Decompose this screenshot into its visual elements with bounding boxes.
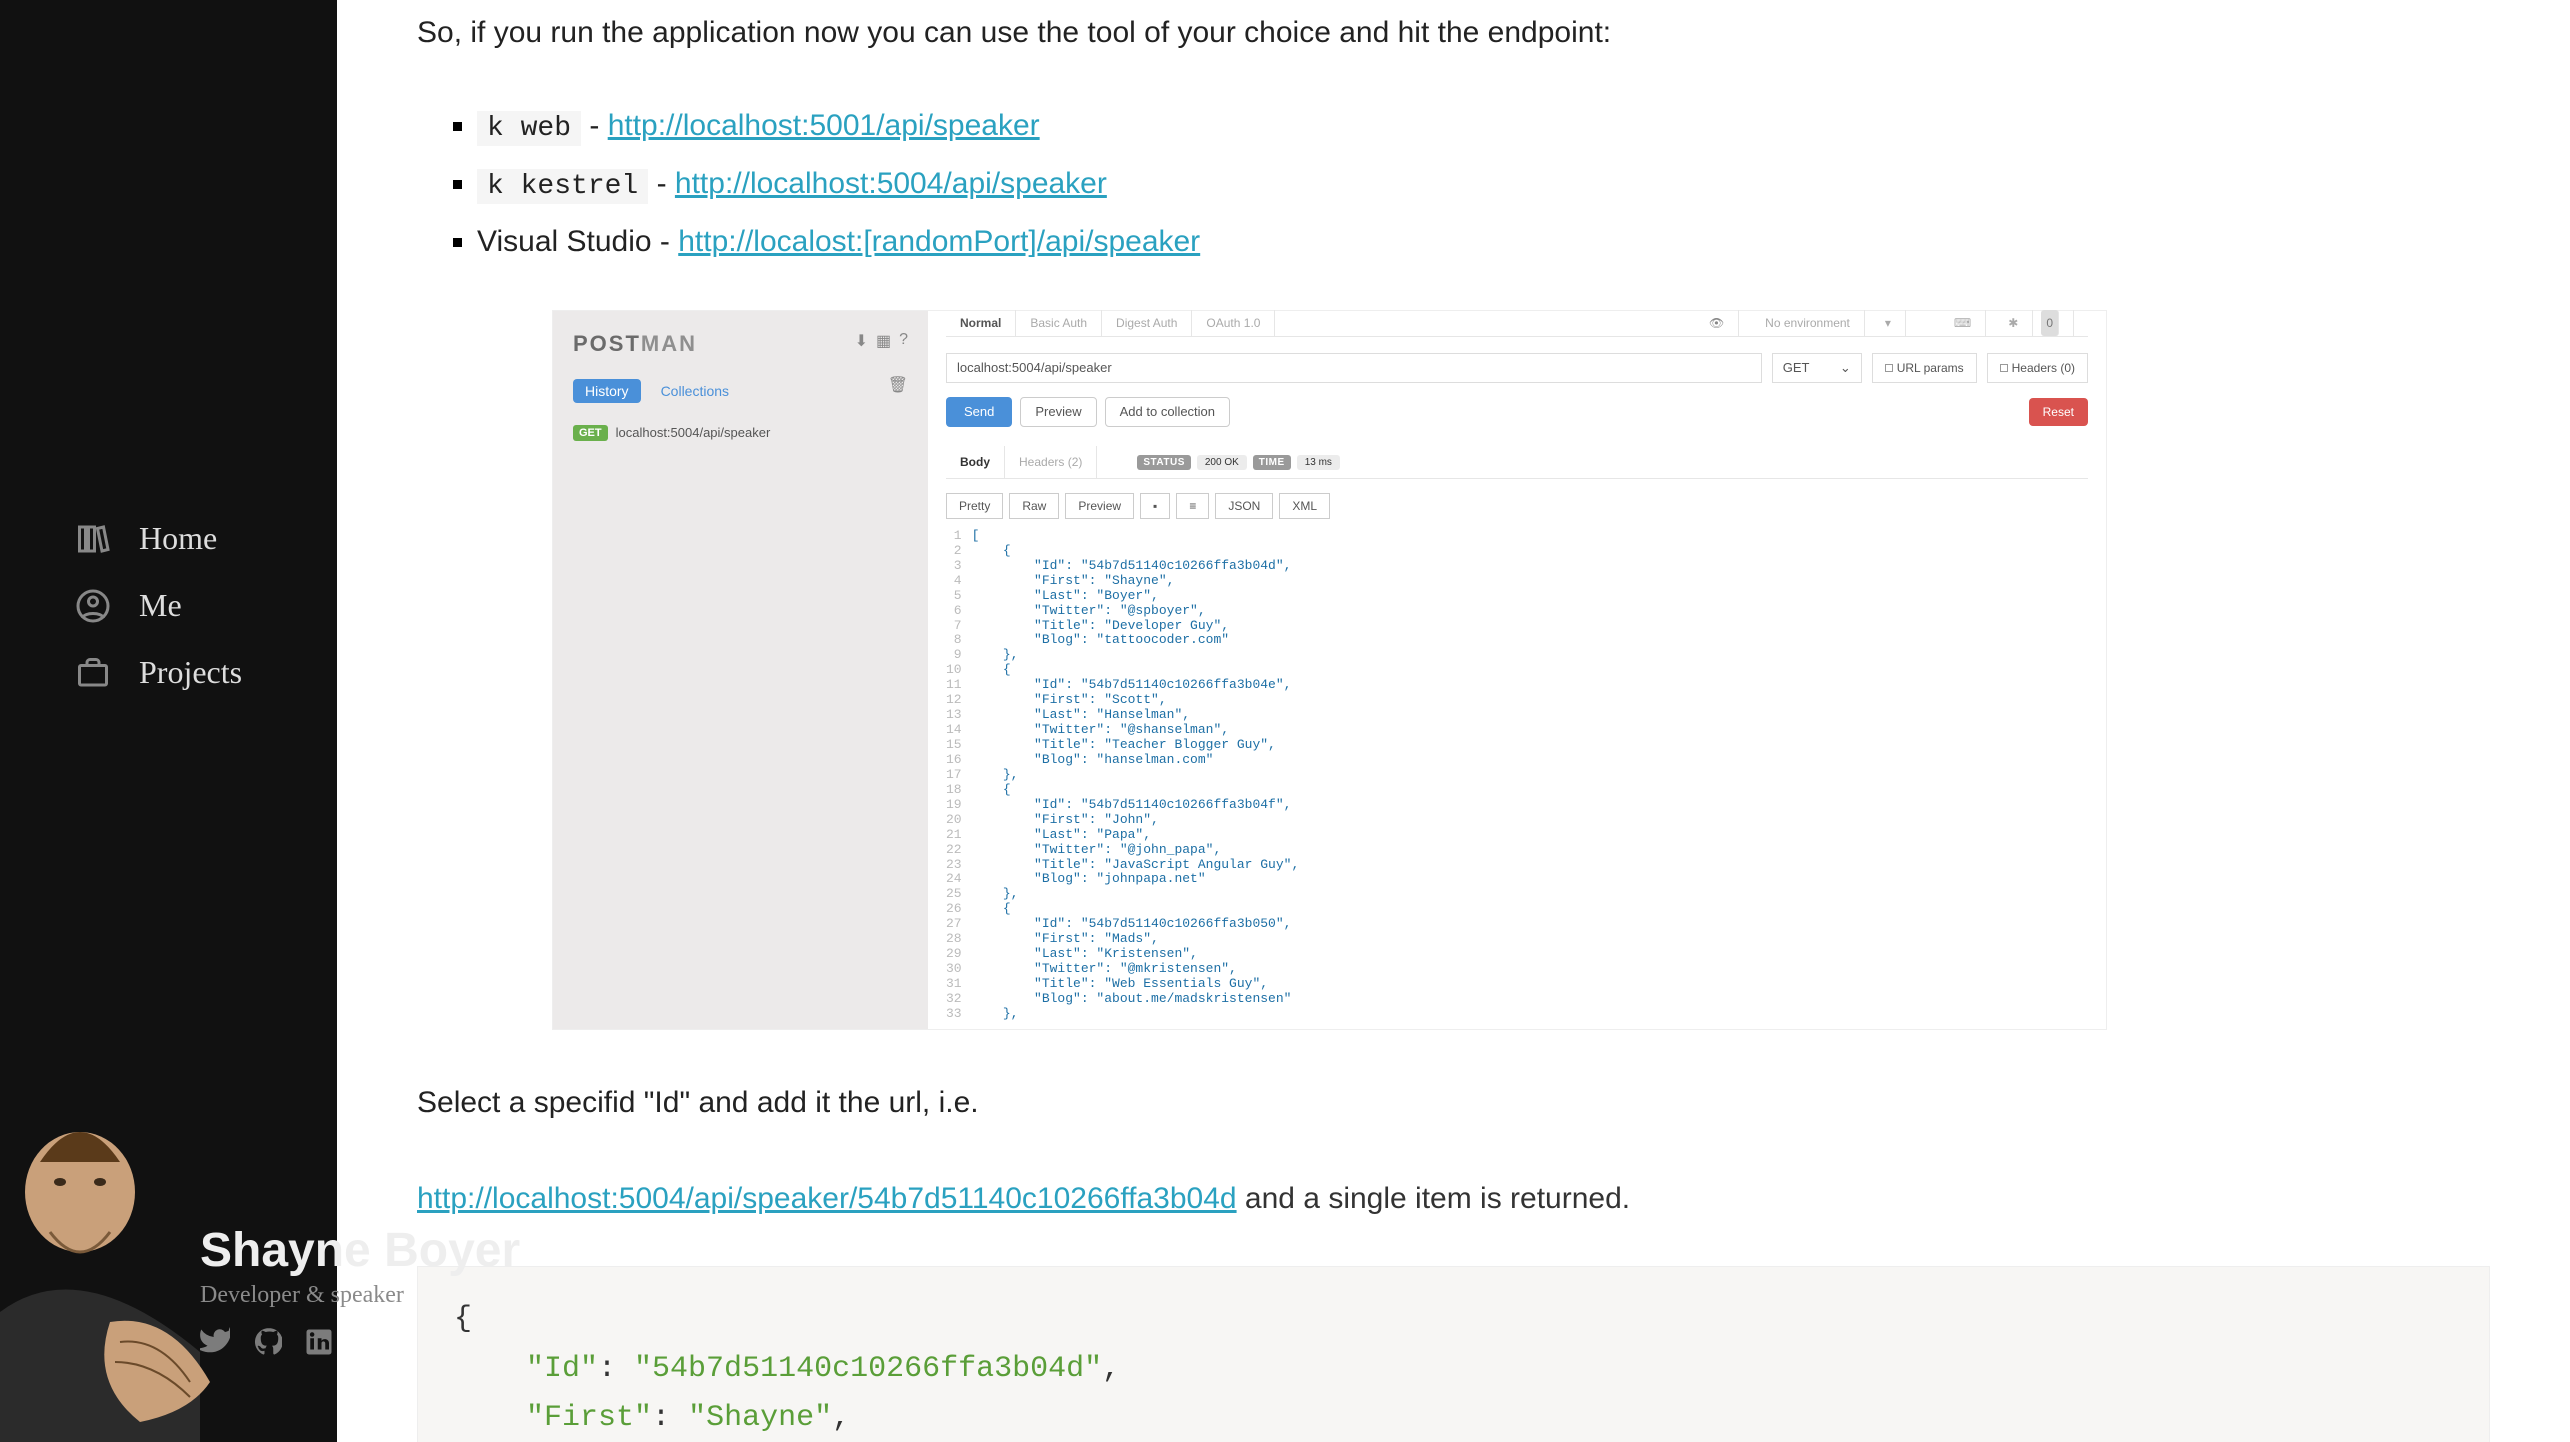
tab-headers[interactable]: Headers (2)	[1005, 446, 1097, 478]
auth-tab-oauth[interactable]: OAuth 1.0	[1192, 310, 1275, 336]
command-code: k kestrel	[477, 169, 648, 204]
profile-block: Shayne Boyer Developer & speaker	[0, 1092, 337, 1442]
single-item-link[interactable]: http://localhost:5004/api/speaker/54b7d5…	[417, 1182, 1237, 1215]
avatar	[0, 1092, 210, 1442]
view-raw[interactable]: Raw	[1009, 493, 1059, 519]
view-preview[interactable]: Preview	[1065, 493, 1134, 519]
method-select[interactable]: GET⌄	[1772, 353, 1862, 383]
list-item-prefix: Visual Studio -	[477, 225, 678, 258]
sidebar-item-label: Me	[139, 587, 182, 624]
sidebar-item-projects[interactable]: Projects	[75, 654, 242, 691]
list-item: k kestrel - http://localhost:5004/api/sp…	[477, 155, 2490, 213]
url-input[interactable]: localhost:5004/api/speaker	[946, 353, 1762, 383]
response-tabs: Body Headers (2) STATUS 200 OK TIME 13 m…	[946, 447, 2088, 479]
auth-tab-basic[interactable]: Basic Auth	[1016, 310, 1102, 336]
single-item-line: http://localhost:5004/api/speaker/54b7d5…	[417, 1182, 2490, 1216]
sidebar-item-label: Projects	[139, 654, 242, 691]
endpoint-link[interactable]: http://localost:[randomPort]/api/speaker	[678, 225, 1200, 258]
user-circle-icon	[75, 588, 111, 624]
endpoint-list: k web - http://localhost:5001/api/speake…	[477, 97, 2490, 270]
tab-body[interactable]: Body	[946, 446, 1005, 478]
status-label: STATUS	[1137, 455, 1191, 470]
action-row: Send Preview Add to collection Reset	[946, 397, 2088, 427]
chevron-down-icon: ▾	[1871, 310, 1906, 336]
profile-subtitle: Developer & speaker	[200, 1282, 520, 1309]
time-value: 13 ms	[1297, 455, 1340, 470]
method-badge: GET	[573, 425, 608, 441]
help-icon[interactable]: ?	[899, 331, 908, 351]
counter-badge: 0	[2041, 310, 2059, 336]
sidebar-item-label: Home	[139, 520, 217, 557]
url-params-button[interactable]: URL params	[1872, 353, 1977, 383]
postman-main: Normal Basic Auth Digest Auth OAuth 1.0 …	[928, 311, 2106, 1029]
tab-collections[interactable]: Collections	[661, 383, 729, 399]
view-pretty[interactable]: Pretty	[946, 493, 1003, 519]
time-label: TIME	[1253, 455, 1291, 470]
environment-selector[interactable]: 👁 No environment ▾ ⌨ ✱ 0	[1681, 310, 2088, 336]
history-url: localhost:5004/api/speaker	[616, 425, 771, 440]
copy-icon[interactable]: ▪	[1140, 493, 1170, 519]
twitter-icon[interactable]	[200, 1327, 230, 1362]
article-body: So, if you run the application now you c…	[337, 0, 2570, 1442]
response-json: [ { "Id": "54b7d51140c10266ffa3b04d", "F…	[972, 529, 1300, 1022]
line-gutter: 1 2 3 4 5 6 7 8 9 10 11 12 13 14 15 16 1…	[946, 529, 972, 1022]
headers-button[interactable]: Headers (0)	[1987, 353, 2088, 383]
postman-screenshot: POSTMAN ⬇ ▦ ? History Collections 🗑 GET …	[552, 310, 2107, 1030]
wrap-icon[interactable]: ≡	[1176, 493, 1209, 519]
auth-tabs: Normal Basic Auth Digest Auth OAuth 1.0 …	[946, 311, 2088, 337]
endpoint-link[interactable]: http://localhost:5001/api/speaker	[608, 109, 1040, 142]
send-button[interactable]: Send	[946, 397, 1012, 427]
keyboard-icon[interactable]: ⌨	[1940, 310, 1986, 336]
briefcase-icon	[75, 655, 111, 691]
trash-icon[interactable]: 🗑	[888, 375, 908, 395]
reset-button[interactable]: Reset	[2029, 398, 2088, 426]
social-links	[200, 1327, 520, 1362]
sidebar: Home Me Projects	[0, 0, 337, 1442]
auth-tab-digest[interactable]: Digest Auth	[1102, 310, 1192, 336]
fmt-xml[interactable]: XML	[1279, 493, 1330, 519]
linkedin-icon[interactable]	[304, 1327, 334, 1362]
postman-sidebar: POSTMAN ⬇ ▦ ? History Collections 🗑 GET …	[553, 311, 928, 1029]
add-collection-button[interactable]: Add to collection	[1105, 397, 1230, 427]
view-mode-row: Pretty Raw Preview ▪ ≡ JSON XML	[946, 493, 2088, 519]
sidebar-nav: Home Me Projects	[75, 520, 242, 721]
response-body: 1 2 3 4 5 6 7 8 9 10 11 12 13 14 15 16 1…	[946, 529, 2088, 1022]
profile-name: Shayne Boyer	[200, 1223, 520, 1278]
list-item: Visual Studio - http://localost:[randomP…	[477, 213, 2490, 270]
eye-icon: 👁	[1695, 310, 1739, 336]
sidebar-item-me[interactable]: Me	[75, 587, 242, 624]
grid-icon[interactable]: ▦	[876, 331, 891, 351]
select-id-paragraph: Select a specifid "Id" and add it the ur…	[417, 1080, 2490, 1127]
command-code: k web	[477, 111, 581, 146]
history-item[interactable]: GET localhost:5004/api/speaker	[573, 425, 908, 441]
single-item-suffix: and a single item is returned.	[1237, 1182, 1631, 1215]
request-row: localhost:5004/api/speaker GET⌄ URL para…	[946, 353, 2088, 383]
sidebar-item-home[interactable]: Home	[75, 520, 242, 557]
fmt-json[interactable]: JSON	[1215, 493, 1273, 519]
settings-icon[interactable]: ✱	[1994, 310, 2033, 336]
books-icon	[75, 521, 111, 557]
tab-history[interactable]: History	[573, 379, 641, 403]
chevron-down-icon: ⌄	[1840, 360, 1851, 376]
download-icon[interactable]: ⬇	[855, 331, 868, 351]
github-icon[interactable]	[252, 1327, 282, 1362]
auth-tab-normal[interactable]: Normal	[946, 310, 1016, 336]
json-sample: { "Id": "54b7d51140c10266ffa3b04d", "Fir…	[417, 1266, 2490, 1442]
endpoint-link[interactable]: http://localhost:5004/api/speaker	[675, 167, 1107, 200]
status-value: 200 OK	[1197, 455, 1247, 470]
list-item: k web - http://localhost:5001/api/speake…	[477, 97, 2490, 155]
status-block: STATUS 200 OK TIME 13 ms	[1137, 455, 1340, 470]
preview-button[interactable]: Preview	[1020, 397, 1096, 427]
postman-side-icons: ⬇ ▦ ?	[855, 331, 908, 351]
intro-paragraph: So, if you run the application now you c…	[417, 10, 2490, 57]
